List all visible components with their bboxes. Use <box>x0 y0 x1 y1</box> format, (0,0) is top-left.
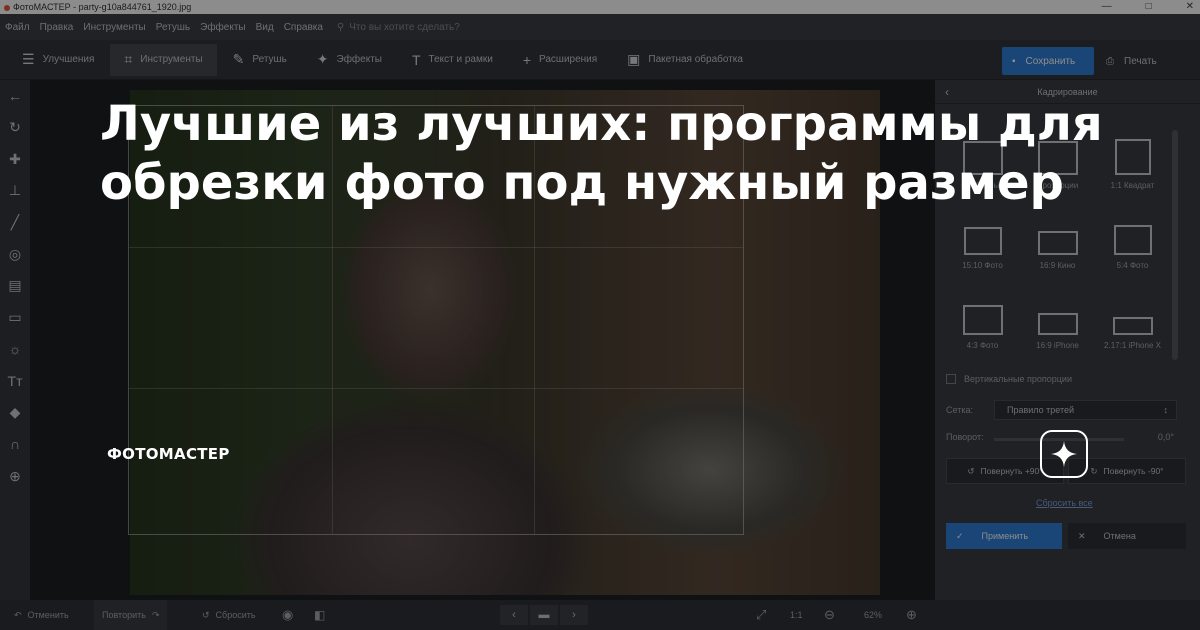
zen-logo-icon <box>1040 430 1088 478</box>
sparkle-icon <box>1051 441 1077 467</box>
brand-name: ФОТОМАСТЕР <box>107 445 230 463</box>
article-headline: Лучшие из лучших: программы для обрезки … <box>100 96 1103 211</box>
